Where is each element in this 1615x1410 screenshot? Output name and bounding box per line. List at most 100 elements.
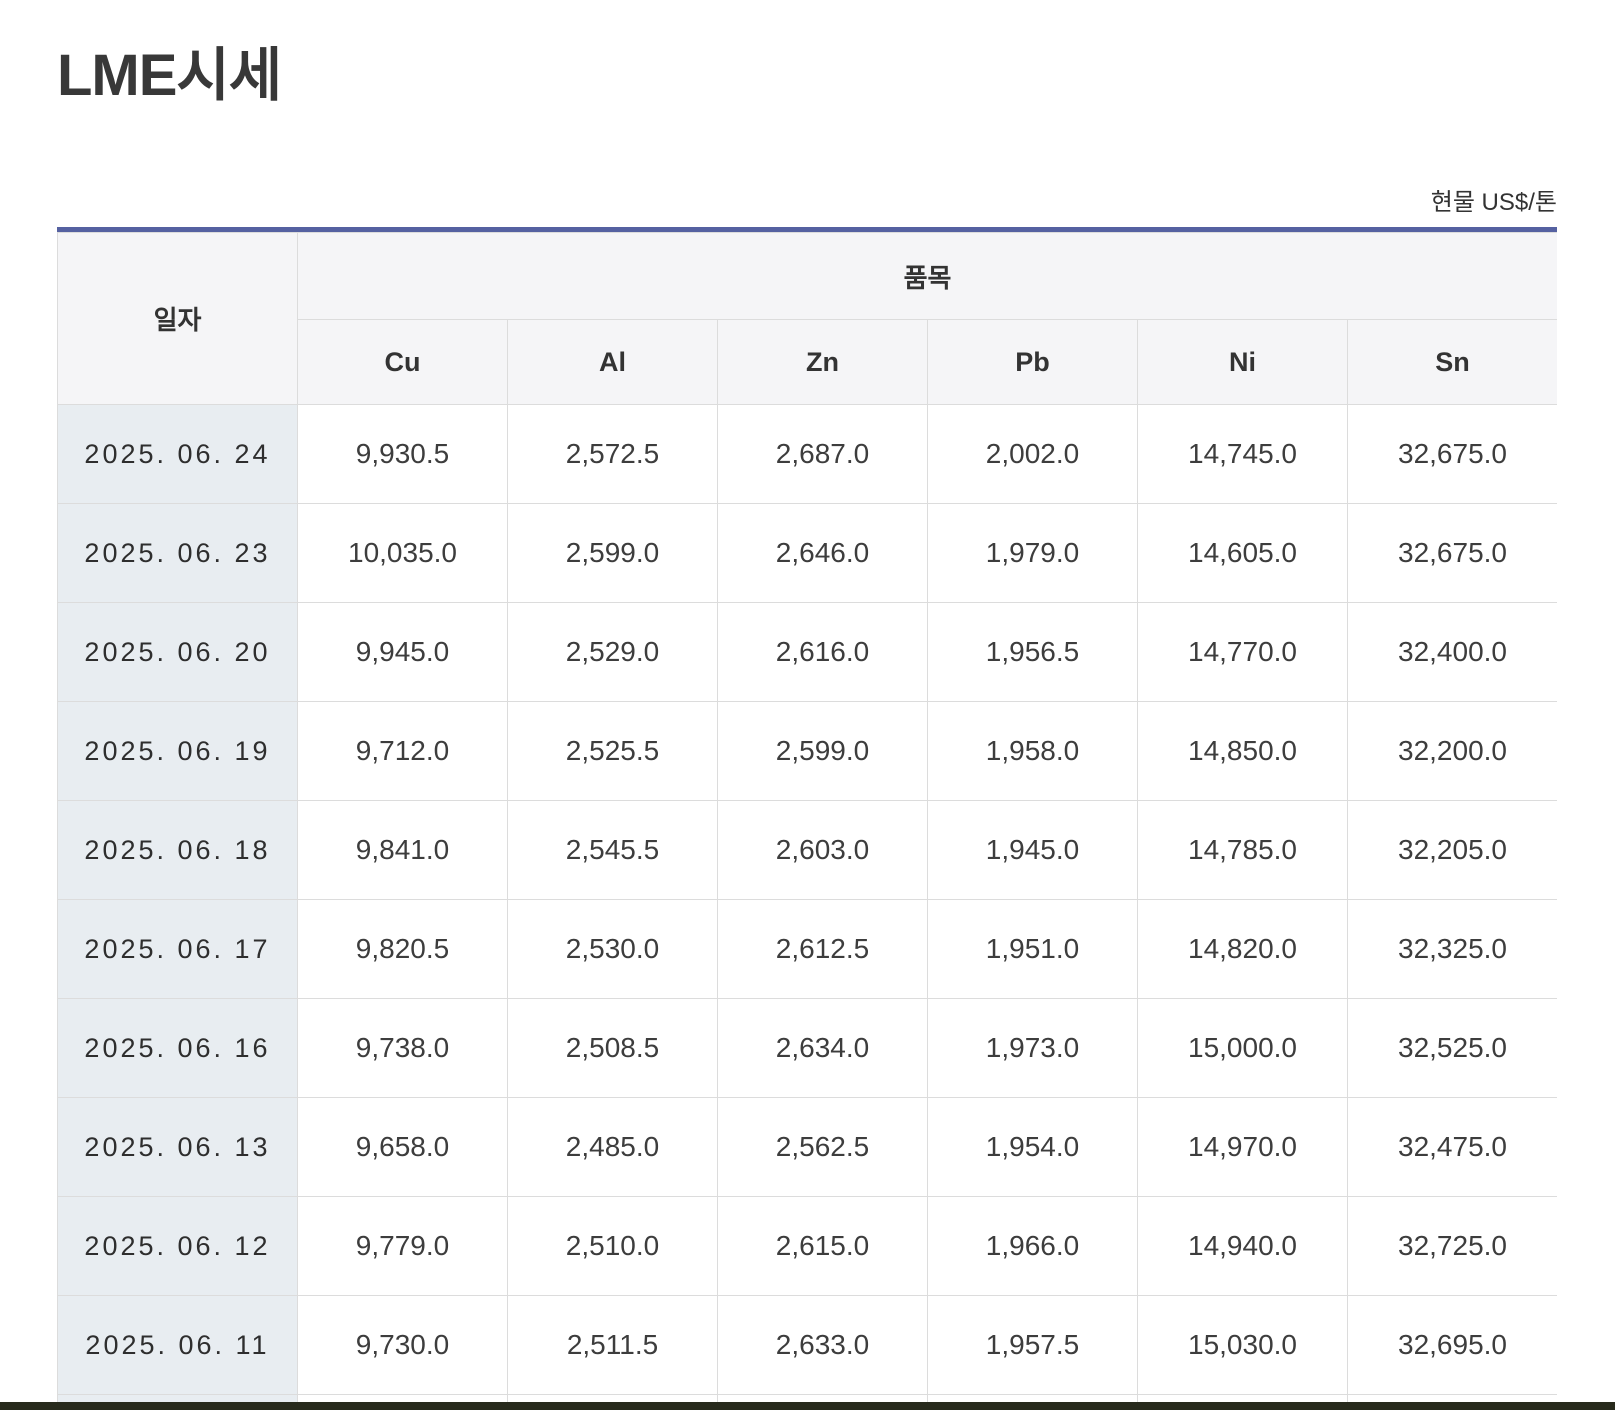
column-header-ni: Ni	[1137, 319, 1348, 405]
price-cell: 2,530.0	[507, 899, 718, 999]
price-cell: 9,820.5	[297, 899, 508, 999]
price-cell: 14,850.0	[1137, 701, 1348, 801]
price-cell: 2,646.0	[717, 503, 928, 603]
price-cell: 2,599.0	[507, 503, 718, 603]
price-cell: 32,205.0	[1347, 800, 1557, 900]
partial-date-cell	[57, 1394, 298, 1402]
price-cell: 9,730.0	[297, 1295, 508, 1395]
price-cell: 2,599.0	[717, 701, 928, 801]
price-table-wrapper: 일자 품목 Cu Al Zn Pb Ni Sn 2025. 06. 24 9,93…	[57, 227, 1557, 1402]
price-cell: 2,615.0	[717, 1196, 928, 1296]
column-header-pb: Pb	[927, 319, 1138, 405]
price-cell: 9,712.0	[297, 701, 508, 801]
table-row: 2025. 06. 16 9,738.0 2,508.5 2,634.0 1,973.0…	[57, 998, 1557, 1098]
price-cell: 9,841.0	[297, 800, 508, 900]
price-cell: 2,511.5	[507, 1295, 718, 1395]
price-cell: 2,616.0	[717, 602, 928, 702]
table-row: 2025. 06. 20 9,945.0 2,529.0 2,616.0 1,956.5…	[57, 602, 1557, 702]
price-cell: 10,035.0	[297, 503, 508, 603]
date-cell: 2025. 06. 18	[57, 800, 298, 900]
column-header-date: 일자	[57, 232, 298, 405]
price-cell: 2,633.0	[717, 1295, 928, 1395]
price-cell: 2,002.0	[927, 404, 1138, 504]
table-body: 2025. 06. 24 9,930.5 2,572.5 2,687.0 2,002.0…	[57, 404, 1557, 1395]
partial-value-cell	[1137, 1394, 1348, 1402]
table-row: 2025. 06. 11 9,730.0 2,511.5 2,633.0 1,957.5…	[57, 1295, 1557, 1395]
price-cell: 15,030.0	[1137, 1295, 1348, 1395]
price-cell: 9,658.0	[297, 1097, 508, 1197]
price-cell: 32,695.0	[1347, 1295, 1557, 1395]
column-group-header-items: 품목	[297, 232, 1557, 320]
price-cell: 14,745.0	[1137, 404, 1348, 504]
price-cell: 1,951.0	[927, 899, 1138, 999]
price-cell: 32,675.0	[1347, 503, 1557, 603]
price-cell: 14,785.0	[1137, 800, 1348, 900]
table-row: 2025. 06. 18 9,841.0 2,545.5 2,603.0 1,945.0…	[57, 800, 1557, 900]
price-cell: 2,545.5	[507, 800, 718, 900]
price-cell: 1,966.0	[927, 1196, 1138, 1296]
price-cell: 2,510.0	[507, 1196, 718, 1296]
date-cell: 2025. 06. 11	[57, 1295, 298, 1395]
date-cell: 2025. 06. 24	[57, 404, 298, 504]
price-cell: 2,603.0	[717, 800, 928, 900]
price-cell: 14,605.0	[1137, 503, 1348, 603]
date-cell: 2025. 06. 12	[57, 1196, 298, 1296]
column-header-cu: Cu	[297, 319, 508, 405]
table-row: 2025. 06. 12 9,779.0 2,510.0 2,615.0 1,966.0…	[57, 1196, 1557, 1296]
date-cell: 2025. 06. 19	[57, 701, 298, 801]
price-cell: 9,738.0	[297, 998, 508, 1098]
table-row: 2025. 06. 13 9,658.0 2,485.0 2,562.5 1,954.0…	[57, 1097, 1557, 1197]
price-cell: 1,973.0	[927, 998, 1138, 1098]
price-cell: 32,325.0	[1347, 899, 1557, 999]
partial-next-row	[57, 1394, 1557, 1402]
table-row: 2025. 06. 23 10,035.0 2,599.0 2,646.0 1,979.…	[57, 503, 1557, 603]
column-header-sn: Sn	[1347, 319, 1557, 405]
partial-value-cell	[717, 1394, 928, 1402]
partial-value-cell	[1347, 1394, 1557, 1402]
price-cell: 2,562.5	[717, 1097, 928, 1197]
price-cell: 1,979.0	[927, 503, 1138, 603]
date-cell: 2025. 06. 20	[57, 602, 298, 702]
table-partial-row-container	[57, 1394, 1557, 1402]
date-cell: 2025. 06. 17	[57, 899, 298, 999]
lme-price-table: 일자 품목 Cu Al Zn Pb Ni Sn 2025. 06. 24 9,93…	[57, 232, 1557, 1402]
column-header-zn: Zn	[717, 319, 928, 405]
price-cell: 14,770.0	[1137, 602, 1348, 702]
price-cell: 1,954.0	[927, 1097, 1138, 1197]
price-cell: 9,930.5	[297, 404, 508, 504]
price-cell: 9,945.0	[297, 602, 508, 702]
unit-label: 현물 US$/톤	[1430, 189, 1557, 216]
price-cell: 2,687.0	[717, 404, 928, 504]
date-cell: 2025. 06. 23	[57, 503, 298, 603]
price-cell: 2,529.0	[507, 602, 718, 702]
price-cell: 32,400.0	[1347, 602, 1557, 702]
price-cell: 32,475.0	[1347, 1097, 1557, 1197]
table-header: 일자 품목 Cu Al Zn Pb Ni Sn	[57, 232, 1557, 405]
price-cell: 1,945.0	[927, 800, 1138, 900]
price-cell: 15,000.0	[1137, 998, 1348, 1098]
price-cell: 2,525.5	[507, 701, 718, 801]
partial-value-cell	[927, 1394, 1138, 1402]
price-cell: 32,525.0	[1347, 998, 1557, 1098]
footer-divider-bar	[0, 1402, 1615, 1410]
price-cell: 2,485.0	[507, 1097, 718, 1197]
price-cell: 1,956.5	[927, 602, 1138, 702]
price-cell: 1,957.5	[927, 1295, 1138, 1395]
price-cell: 14,940.0	[1137, 1196, 1348, 1296]
price-cell: 32,725.0	[1347, 1196, 1557, 1296]
table-row: 2025. 06. 19 9,712.0 2,525.5 2,599.0 1,958.0…	[57, 701, 1557, 801]
price-cell: 14,820.0	[1137, 899, 1348, 999]
price-cell: 9,779.0	[297, 1196, 508, 1296]
column-header-al: Al	[507, 319, 718, 405]
table-row: 2025. 06. 24 9,930.5 2,572.5 2,687.0 2,002.0…	[57, 404, 1557, 504]
price-cell: 2,634.0	[717, 998, 928, 1098]
price-cell: 2,572.5	[507, 404, 718, 504]
price-cell: 14,970.0	[1137, 1097, 1348, 1197]
price-cell: 32,200.0	[1347, 701, 1557, 801]
date-cell: 2025. 06. 16	[57, 998, 298, 1098]
page-title: LME시세	[57, 43, 282, 108]
price-cell: 32,675.0	[1347, 404, 1557, 504]
price-cell: 1,958.0	[927, 701, 1138, 801]
date-cell: 2025. 06. 13	[57, 1097, 298, 1197]
table-row: 2025. 06. 17 9,820.5 2,530.0 2,612.5 1,951.0…	[57, 899, 1557, 999]
